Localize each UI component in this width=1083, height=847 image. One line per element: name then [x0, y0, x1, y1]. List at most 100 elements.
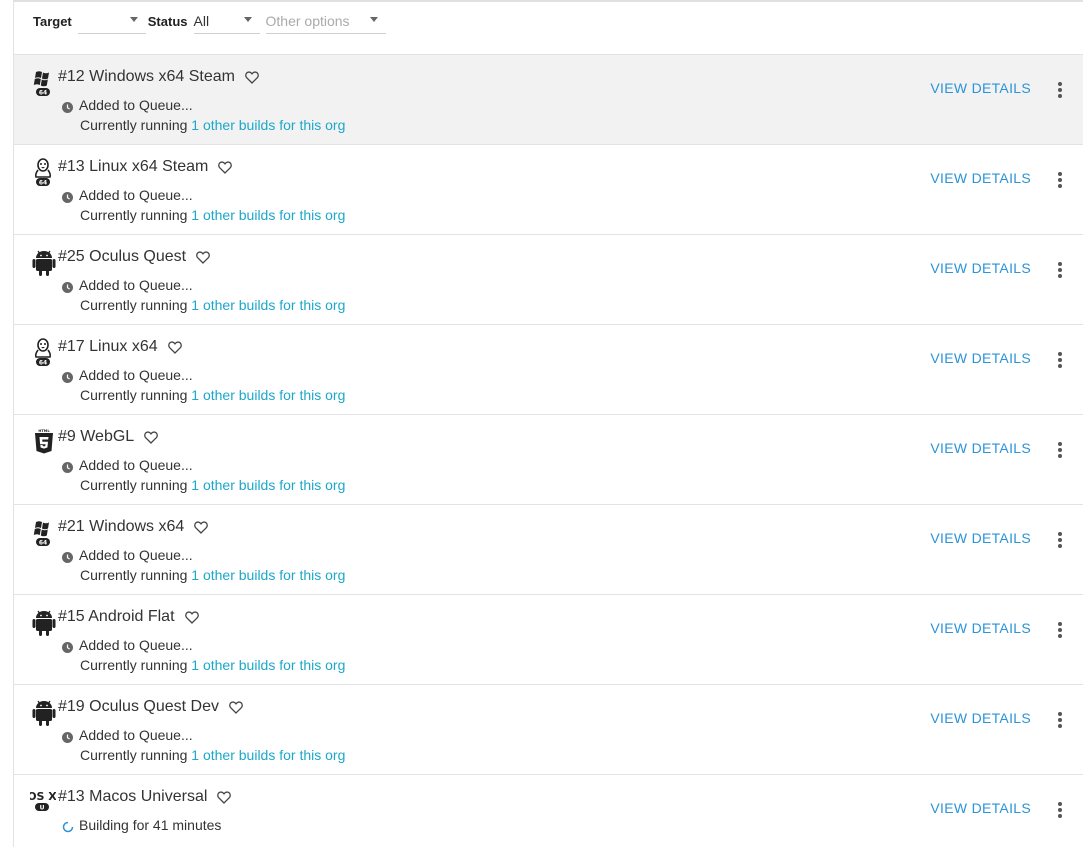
view-details-button[interactable]: VIEW DETAILS — [930, 260, 1031, 276]
builds-page: Target Status All Other options 64 #12 W… — [13, 0, 1083, 847]
html5-icon: HTML — [32, 428, 56, 458]
clock-icon — [62, 730, 73, 743]
build-row[interactable]: HTML #9 WebGL Added to Queue... Currentl… — [14, 415, 1083, 505]
build-title: #17 Linux x64 — [58, 338, 158, 355]
status-filter-label: Status — [147, 14, 188, 29]
build-status-line: Added to Queue... — [62, 457, 193, 473]
android-icon — [32, 248, 56, 278]
more-vert-icon[interactable] — [1058, 352, 1062, 368]
running-prefix: Currently running — [80, 117, 192, 133]
clock-icon — [62, 460, 73, 473]
running-info: Currently running 1 other builds for thi… — [80, 747, 345, 763]
view-details-button[interactable]: VIEW DETAILS — [930, 80, 1031, 96]
heart-icon[interactable] — [196, 250, 210, 264]
other-builds-link[interactable]: 1 other builds for this org — [191, 747, 345, 763]
build-title-line: #25 Oculus Quest — [58, 248, 210, 266]
build-status-line: Added to Queue... — [62, 277, 193, 293]
view-details-button[interactable]: VIEW DETAILS — [930, 710, 1031, 726]
running-prefix: Currently running — [80, 657, 192, 673]
view-details-button[interactable]: VIEW DETAILS — [930, 800, 1031, 816]
running-info: Currently running 1 other builds for thi… — [80, 387, 345, 403]
clock-icon — [62, 100, 73, 113]
build-status-line: Added to Queue... — [62, 367, 193, 383]
build-title: #9 WebGL — [58, 428, 135, 445]
spinner-icon — [62, 820, 74, 832]
build-status-text: Added to Queue... — [79, 367, 193, 383]
build-row[interactable]: #19 Oculus Quest Dev Added to Queue... C… — [14, 685, 1083, 775]
more-vert-icon[interactable] — [1058, 802, 1062, 818]
running-info: Currently running 1 other builds for thi… — [80, 657, 345, 673]
target-select[interactable] — [77, 10, 146, 34]
running-prefix: Currently running — [80, 747, 192, 763]
svg-text:64: 64 — [39, 179, 47, 186]
running-prefix: Currently running — [80, 297, 192, 313]
other-options-select[interactable]: Other options — [265, 10, 386, 34]
other-builds-link[interactable]: 1 other builds for this org — [191, 657, 345, 673]
other-builds-link[interactable]: 1 other builds for this org — [191, 117, 345, 133]
build-status-text: Building for 41 minutes — [79, 817, 222, 833]
clock-icon — [62, 370, 73, 383]
more-vert-icon[interactable] — [1058, 442, 1062, 458]
filter-bar: Target Status All Other options — [14, 2, 1083, 55]
other-builds-link[interactable]: 1 other builds for this org — [191, 297, 345, 313]
view-details-button[interactable]: VIEW DETAILS — [930, 170, 1031, 186]
more-vert-icon[interactable] — [1058, 532, 1062, 548]
android-icon — [32, 608, 56, 638]
build-title-line: #15 Android Flat — [58, 608, 199, 626]
heart-icon[interactable] — [167, 340, 182, 354]
heart-icon[interactable] — [218, 160, 233, 174]
other-builds-link[interactable]: 1 other builds for this org — [191, 387, 345, 403]
build-title: #13 Linux x64 Steam — [58, 158, 209, 175]
build-status-text: Added to Queue... — [79, 457, 193, 473]
build-row[interactable]: OS X U #13 Macos Universal Building for … — [14, 775, 1083, 847]
running-info: Currently running 1 other builds for thi… — [80, 567, 345, 583]
more-vert-icon[interactable] — [1058, 622, 1062, 638]
view-details-button[interactable]: VIEW DETAILS — [930, 620, 1031, 636]
build-status-text: Added to Queue... — [79, 277, 193, 293]
svg-text:OS X: OS X — [30, 790, 56, 803]
build-row[interactable]: 64 #12 Windows x64 Steam Added to Queue.… — [14, 55, 1083, 145]
other-builds-link[interactable]: 1 other builds for this org — [191, 207, 345, 223]
build-status-text: Added to Queue... — [79, 637, 193, 653]
linux-icon: 64 — [32, 158, 56, 188]
osx-icon: OS X U — [27, 788, 57, 818]
more-vert-icon[interactable] — [1058, 172, 1062, 188]
view-details-button[interactable]: VIEW DETAILS — [930, 440, 1031, 456]
chevron-down-icon — [243, 17, 252, 22]
running-info: Currently running 1 other builds for thi… — [80, 117, 345, 133]
status-select[interactable]: All — [193, 10, 260, 34]
heart-icon[interactable] — [194, 520, 209, 534]
svg-text:U: U — [40, 804, 45, 811]
build-title: #15 Android Flat — [58, 608, 175, 625]
svg-text:64: 64 — [39, 89, 47, 96]
more-vert-icon[interactable] — [1058, 712, 1062, 728]
heart-icon[interactable] — [144, 430, 159, 444]
linux-icon: 64 — [32, 338, 56, 368]
running-prefix: Currently running — [80, 207, 192, 223]
heart-icon[interactable] — [217, 790, 232, 804]
view-details-button[interactable]: VIEW DETAILS — [930, 530, 1031, 546]
svg-text:64: 64 — [39, 539, 47, 546]
running-info: Currently running 1 other builds for thi… — [80, 477, 345, 493]
build-status-text: Added to Queue... — [79, 547, 193, 563]
more-vert-icon[interactable] — [1058, 82, 1062, 98]
build-status-line: Added to Queue... — [62, 637, 193, 653]
other-options-placeholder: Other options — [265, 13, 350, 29]
heart-icon[interactable] — [184, 610, 199, 624]
heart-icon[interactable] — [245, 70, 259, 84]
build-status-text: Added to Queue... — [79, 187, 193, 203]
build-row[interactable]: 64 #17 Linux x64 Added to Queue... Curre… — [14, 325, 1083, 415]
other-builds-link[interactable]: 1 other builds for this org — [191, 477, 345, 493]
build-row[interactable]: 64 #13 Linux x64 Steam Added to Queue...… — [14, 145, 1083, 235]
build-status-line: Added to Queue... — [62, 727, 193, 743]
build-row[interactable]: #25 Oculus Quest Added to Queue... Curre… — [14, 235, 1083, 325]
other-builds-link[interactable]: 1 other builds for this org — [191, 567, 345, 583]
build-title-line: #19 Oculus Quest Dev — [58, 698, 243, 716]
build-row[interactable]: #15 Android Flat Added to Queue... Curre… — [14, 595, 1083, 685]
view-details-button[interactable]: VIEW DETAILS — [930, 350, 1031, 366]
build-list: 64 #12 Windows x64 Steam Added to Queue.… — [14, 55, 1083, 847]
heart-icon[interactable] — [229, 700, 243, 714]
build-row[interactable]: 64 #21 Windows x64 Added to Queue... Cur… — [14, 505, 1083, 595]
running-info: Currently running 1 other builds for thi… — [80, 207, 345, 223]
more-vert-icon[interactable] — [1058, 262, 1062, 278]
